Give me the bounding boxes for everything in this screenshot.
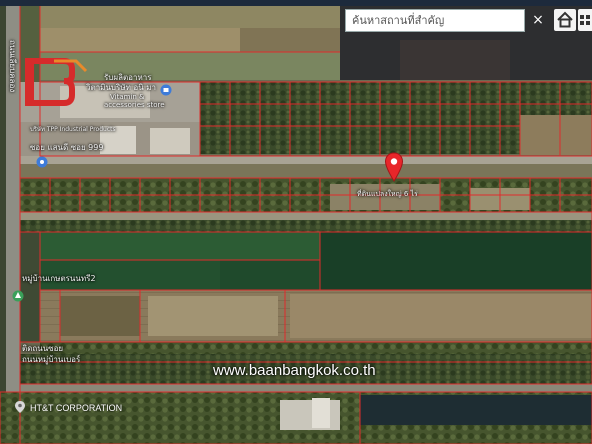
place-marker-icon[interactable] <box>36 156 48 168</box>
factory-label-line2: วิตามินบริษัท อนิ มา <box>86 83 156 92</box>
map-view[interactable]: รับผลิตอาหาร วิตามินบริษัท อนิ มา Vitami… <box>0 0 592 444</box>
clear-search-button[interactable]: × <box>528 9 548 32</box>
location-pin-icon[interactable] <box>384 152 404 182</box>
road-label: ซอย แสนดี ซอย 999 <box>30 143 104 152</box>
brand-logo <box>25 58 88 106</box>
village-label: หมู่บ้านเกษตรนนทรี2 <box>22 274 96 283</box>
factory-label-line4: accessories store <box>104 101 165 109</box>
factory-label-line3: Vitamin & <box>110 93 145 101</box>
shop-sign-label: บริษัท TPP Industrial Products <box>30 126 116 133</box>
bottom-left-label-1: ติดถนนซอย <box>22 344 64 353</box>
watermark: www.baanbangkok.co.th <box>213 362 376 379</box>
factory-label-line1: รับผลิตอาหาร <box>104 73 152 82</box>
parcel-label: ที่ดินแปลงใหญ่ 6 ไร่ <box>357 190 418 198</box>
home-button[interactable] <box>554 9 576 31</box>
grid-icon <box>580 15 590 25</box>
home-icon <box>557 11 573 28</box>
location-marker-icon[interactable] <box>14 400 26 414</box>
layers-button[interactable] <box>578 9 592 31</box>
search-input[interactable]: ค้นหาสถานที่สำคัญ <box>345 9 525 32</box>
place-label-hutt[interactable]: HT&T CORPORATION <box>30 403 122 413</box>
place-marker-icon[interactable] <box>160 84 172 96</box>
bottom-left-label-2: ถนนหมู่บ้านเบอร์ <box>22 355 81 364</box>
park-marker-icon[interactable] <box>12 290 24 302</box>
left-road-label: ถนนเลียบคลอง <box>8 40 17 93</box>
